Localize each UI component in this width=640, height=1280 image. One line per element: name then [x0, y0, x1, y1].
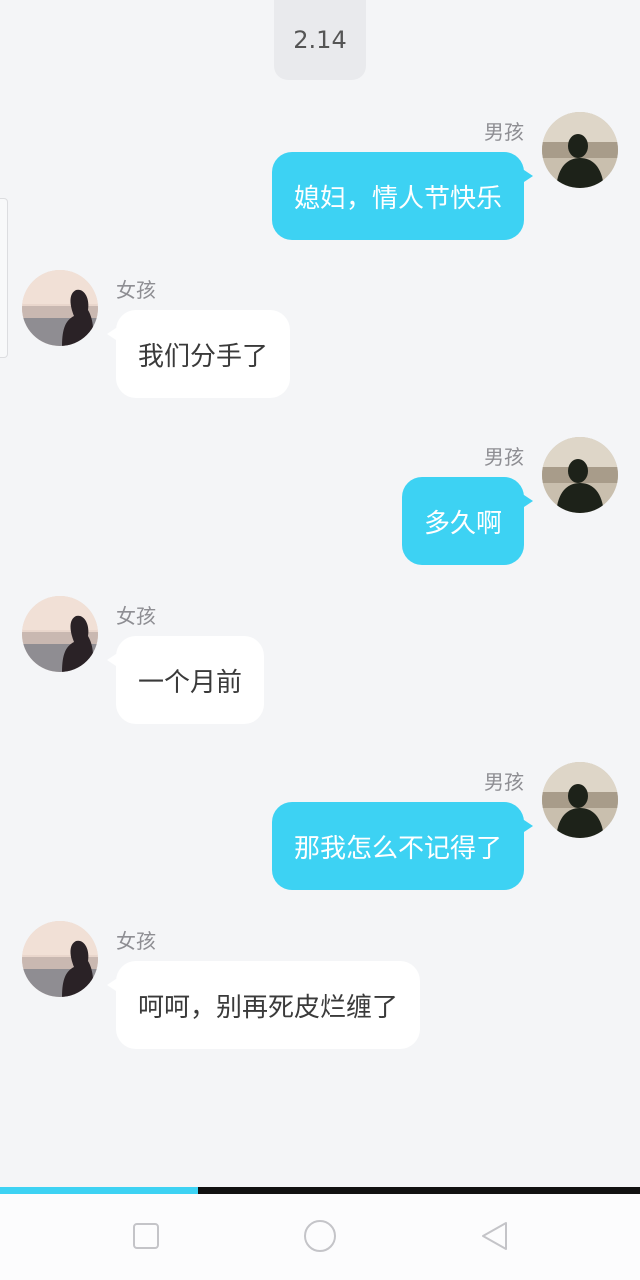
message-bubble[interactable]: 那我怎么不记得了 — [271, 802, 534, 890]
message-bubble[interactable]: 多久啊 — [401, 477, 534, 565]
chat-screen: 2.14 男孩 媳妇，情人节快乐 女孩 我们分手了 男孩 多久啊 女孩 一个月前… — [0, 0, 640, 1280]
boy-avatar[interactable] — [542, 762, 618, 838]
sender-name: 女孩 — [116, 604, 156, 628]
sender-name: 男孩 — [484, 770, 524, 794]
sender-name: 女孩 — [116, 278, 156, 302]
message-bubble[interactable]: 我们分手了 — [106, 310, 291, 398]
girl-avatar[interactable] — [22, 596, 98, 672]
system-navigation-bar — [0, 1194, 640, 1280]
boy-avatar[interactable] — [542, 112, 618, 188]
back-triangle-icon[interactable] — [476, 1218, 512, 1254]
sender-name: 男孩 — [484, 445, 524, 469]
recents-square-icon[interactable] — [128, 1218, 164, 1254]
girl-avatar[interactable] — [22, 921, 98, 997]
side-edge-handle[interactable] — [0, 198, 8, 358]
home-circle-icon[interactable] — [302, 1218, 338, 1254]
message-bubble[interactable]: 呵呵，别再死皮烂缠了 — [106, 961, 421, 1049]
sender-name: 男孩 — [484, 120, 524, 144]
message-bubble[interactable]: 一个月前 — [106, 636, 265, 724]
date-chip: 2.14 — [274, 0, 366, 80]
sender-name: 女孩 — [116, 929, 156, 953]
message-bubble[interactable]: 媳妇，情人节快乐 — [271, 152, 534, 240]
video-progress-fill — [0, 1187, 199, 1194]
boy-avatar[interactable] — [542, 437, 618, 513]
video-progress-bar[interactable] — [0, 1187, 640, 1194]
girl-avatar[interactable] — [22, 270, 98, 346]
